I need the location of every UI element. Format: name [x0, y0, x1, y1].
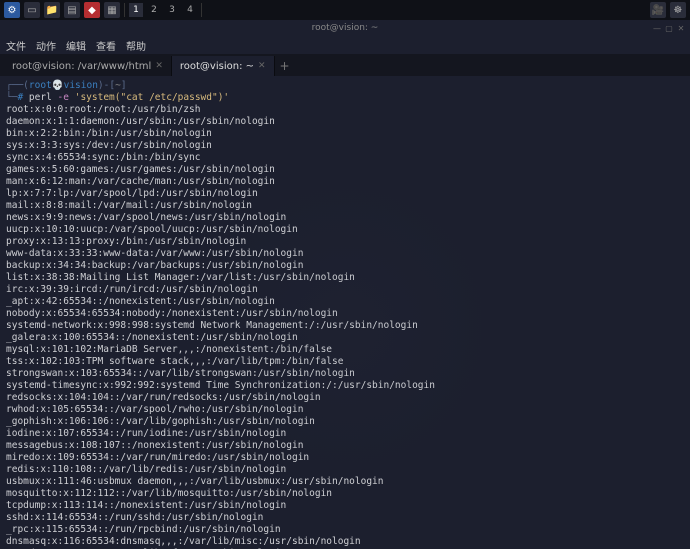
titlebar[interactable]: root@vision: ~ — ▢ ✕: [0, 20, 690, 36]
tab-www[interactable]: root@vision: /var/www/html ✕: [4, 56, 172, 76]
workspace-3[interactable]: 3: [165, 3, 179, 17]
workspace-1[interactable]: 1: [129, 3, 143, 17]
taskbar-generic-icon[interactable]: ▦: [104, 2, 120, 18]
menu-action[interactable]: 动作: [36, 38, 56, 53]
menu-view[interactable]: 查看: [96, 38, 116, 53]
tab-home[interactable]: root@vision: ~ ✕: [172, 56, 275, 76]
menu-file[interactable]: 文件: [6, 38, 26, 53]
menu-help[interactable]: 帮助: [126, 38, 146, 53]
tray-recorder-icon[interactable]: 🎥: [650, 2, 666, 18]
taskbar: ⚙ ▭ 📁 ▤ ◆ ▦ 1 2 3 4 🎥 ☸: [0, 0, 690, 20]
app-menu-icon[interactable]: ⚙: [4, 2, 20, 18]
close-icon[interactable]: ✕: [258, 61, 266, 71]
maximize-button[interactable]: ▢: [664, 23, 674, 33]
tray-helper-icon[interactable]: ☸: [670, 2, 686, 18]
tabbar: root@vision: /var/www/html ✕ root@vision…: [0, 54, 690, 76]
new-tab-button[interactable]: +: [275, 56, 295, 76]
workspace-4[interactable]: 4: [183, 3, 197, 17]
taskbar-separator: [124, 3, 125, 17]
close-button[interactable]: ✕: [676, 23, 686, 33]
taskbar-editor-icon[interactable]: ▤: [64, 2, 80, 18]
terminal-output[interactable]: ┌──(root💀vision)-[~]└─# perl -e 'system(…: [0, 76, 690, 549]
menubar: 文件 动作 编辑 查看 帮助: [0, 36, 690, 54]
terminal-window: root@vision: ~ — ▢ ✕ 文件 动作 编辑 查看 帮助 root…: [0, 20, 690, 549]
tab-label: root@vision: ~: [180, 61, 254, 72]
taskbar-files-icon[interactable]: 📁: [44, 2, 60, 18]
tab-label: root@vision: /var/www/html: [12, 61, 151, 72]
close-icon[interactable]: ✕: [155, 61, 163, 71]
window-title: root@vision: ~: [312, 23, 379, 33]
taskbar-app-icon[interactable]: ◆: [84, 2, 100, 18]
minimize-button[interactable]: —: [652, 23, 662, 33]
taskbar-separator: [201, 3, 202, 17]
taskbar-terminal-icon[interactable]: ▭: [24, 2, 40, 18]
workspace-2[interactable]: 2: [147, 3, 161, 17]
menu-edit[interactable]: 编辑: [66, 38, 86, 53]
